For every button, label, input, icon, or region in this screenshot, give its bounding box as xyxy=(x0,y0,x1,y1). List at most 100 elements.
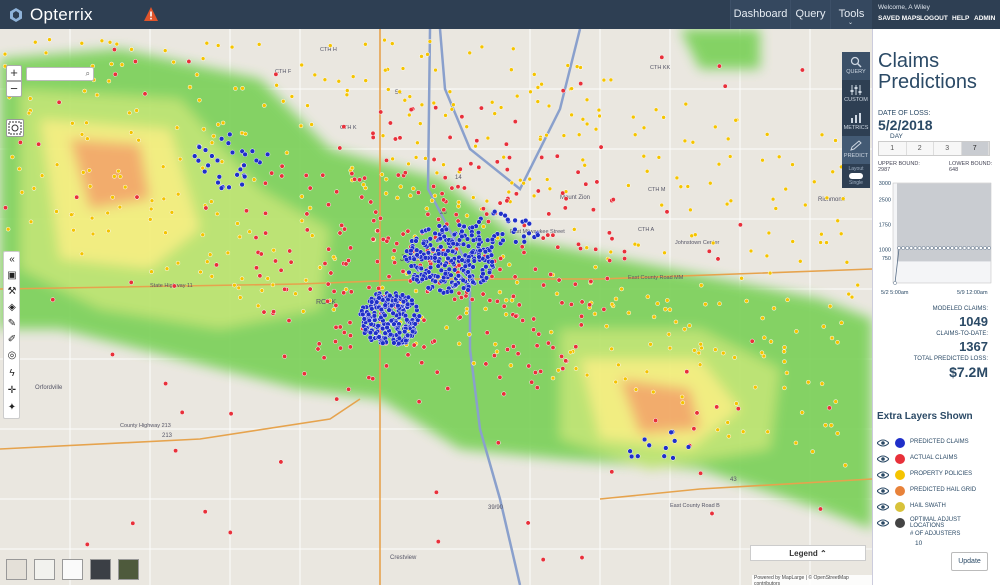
predicted-claim-point xyxy=(237,166,244,173)
layer-row[interactable]: HAIL SWATH xyxy=(877,501,999,513)
nav-query[interactable]: Query xyxy=(790,0,830,29)
basemap-thumb-dark[interactable] xyxy=(90,559,111,580)
day-option-2[interactable]: 2 xyxy=(906,142,934,155)
series-point xyxy=(934,246,938,250)
policy-point xyxy=(493,341,498,347)
policy-point xyxy=(665,298,670,303)
eye-icon[interactable] xyxy=(877,519,889,527)
predicted-claim-point xyxy=(396,340,402,347)
eye-icon[interactable] xyxy=(877,503,889,511)
basemap-thumb-light[interactable] xyxy=(62,559,83,580)
policy-point xyxy=(298,123,304,129)
policy-point xyxy=(733,118,738,123)
policy-point xyxy=(473,143,478,149)
predicted-claim-point xyxy=(448,288,455,295)
eye-icon[interactable] xyxy=(877,455,889,463)
layer-row[interactable]: PROPERTY POLICIES xyxy=(877,469,999,481)
actual-claim-point xyxy=(333,324,339,330)
eye-icon[interactable] xyxy=(877,471,889,479)
crosshair-icon[interactable]: ✛ xyxy=(6,385,18,397)
policy-point xyxy=(149,198,155,203)
predicted-claim-point xyxy=(469,224,475,231)
actual-claim-point xyxy=(50,297,56,303)
twitter-icon[interactable]: ✦ xyxy=(6,402,18,414)
basemap-thumb-satellite[interactable] xyxy=(118,559,139,580)
save-icon[interactable]: ▣ xyxy=(6,270,18,282)
legend-button[interactable]: Legend ⌃ xyxy=(750,545,866,561)
map-search-input[interactable]: ⌕ xyxy=(26,67,94,81)
search-icon[interactable]: ⌕ xyxy=(86,69,90,79)
collapse-icon[interactable]: « xyxy=(6,254,18,266)
tab-query[interactable]: QUERY xyxy=(842,52,870,80)
series-point xyxy=(938,246,942,250)
eye-icon[interactable] xyxy=(877,487,889,495)
app-logo[interactable]: Opterrix xyxy=(8,4,93,25)
policy-point xyxy=(782,359,787,364)
policy-point xyxy=(307,205,313,211)
layers-icon[interactable]: ◈ xyxy=(6,302,18,314)
predicted-claim-point xyxy=(465,258,471,264)
predicted-claim-point xyxy=(435,263,441,269)
warning-icon[interactable] xyxy=(143,6,159,22)
layer-row[interactable]: PREDICTED HAIL GRID xyxy=(877,485,999,497)
actual-claim-point xyxy=(303,172,309,178)
target-icon[interactable]: ◎ xyxy=(6,350,18,362)
help-link[interactable]: HELP xyxy=(952,15,969,22)
edit-icon[interactable]: ✐ xyxy=(6,334,18,346)
policy-point xyxy=(47,37,52,42)
layer-row[interactable]: PREDICTED CLAIMS xyxy=(877,437,999,449)
layer-row[interactable]: OPTIMAL ADJUST LOCATIONS xyxy=(877,517,999,529)
predicted-claim-point xyxy=(460,241,467,247)
day-option-3[interactable]: 3 xyxy=(934,142,962,155)
zoom-in-button[interactable]: + xyxy=(6,65,22,81)
nav-tools[interactable]: Tools ⌄ xyxy=(830,0,872,29)
policy-point xyxy=(753,384,758,390)
claims-panel: Claims Predictions DATE OF LOSS: 5/2/201… xyxy=(872,29,1000,585)
draw-icon[interactable]: ✎ xyxy=(6,318,18,330)
zoom-box-icon[interactable] xyxy=(6,119,24,137)
policy-point xyxy=(197,97,202,103)
admin-link[interactable]: ADMIN xyxy=(974,15,995,22)
wrench-icon[interactable]: ⚒ xyxy=(6,286,18,298)
actual-claim-point xyxy=(373,209,379,215)
policy-point xyxy=(827,303,833,309)
pencil-icon xyxy=(850,140,862,151)
basemap-thumb-newark[interactable] xyxy=(6,559,27,580)
nav-dashboard[interactable]: Dashboard xyxy=(730,0,790,29)
predicted-claim-point xyxy=(405,301,411,307)
day-option-1[interactable]: 1 xyxy=(879,142,907,155)
tab-metrics[interactable]: METRICS xyxy=(842,108,870,136)
actual-claim-point xyxy=(349,171,355,177)
policy-point xyxy=(785,297,790,303)
actual-claim-point xyxy=(501,391,507,397)
predicted-claim-point xyxy=(445,255,451,262)
actual-claim-point xyxy=(550,232,556,238)
policy-point xyxy=(739,276,744,281)
logout-link[interactable]: LOGOUT xyxy=(920,15,948,22)
actual-claim-point xyxy=(737,222,743,228)
policy-point xyxy=(584,245,589,250)
actual-claim-point xyxy=(400,231,406,237)
zoom-out-button[interactable]: − xyxy=(6,81,22,97)
policy-point xyxy=(593,126,599,132)
policy-point xyxy=(177,156,183,162)
layout-toggle[interactable] xyxy=(849,173,863,179)
actual-claim-point xyxy=(288,259,294,265)
saved-maps-link[interactable]: SAVED MAPS xyxy=(878,15,921,22)
basemap-thumb-streets[interactable] xyxy=(34,559,55,580)
actual-claim-point xyxy=(387,120,393,126)
adjusters-value[interactable]: 10 xyxy=(915,540,922,547)
policy-point xyxy=(89,215,95,221)
policy-point xyxy=(633,387,639,392)
lightning-icon[interactable]: ϟ xyxy=(6,368,18,380)
layer-row[interactable]: ACTUAL CLAIMS xyxy=(877,453,999,465)
zoom-box-glyph xyxy=(8,121,22,135)
tab-predict[interactable]: PREDICT xyxy=(842,136,870,164)
update-button[interactable]: Update xyxy=(951,552,988,571)
day-option-7[interactable]: 7 xyxy=(961,142,989,155)
tab-custom[interactable]: CUSTOM xyxy=(842,80,870,108)
date-of-loss-value[interactable]: 5/2/2018 xyxy=(878,117,933,133)
map-canvas[interactable]: Jane ROCK Mount Zion Orfordville Crestvi… xyxy=(0,29,872,585)
eye-icon[interactable] xyxy=(877,439,889,447)
policy-point xyxy=(596,107,602,113)
